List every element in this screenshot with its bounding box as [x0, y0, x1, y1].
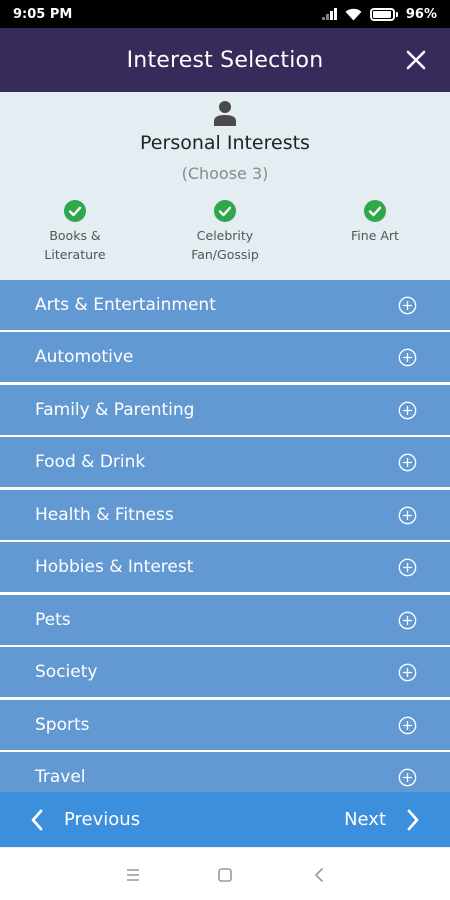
category-item-automotive[interactable]: Automotive — [0, 332, 450, 382]
system-nav-bar — [0, 847, 450, 900]
plus-circle-icon[interactable] — [398, 348, 417, 367]
chevron-left-icon — [31, 809, 43, 830]
title-bar: Interest Selection — [0, 28, 450, 92]
category-item-food-drink[interactable]: Food & Drink — [0, 437, 450, 487]
category-list[interactable]: Arts & Entertainment Automotive Family &… — [0, 280, 450, 792]
category-item-travel[interactable]: Travel — [0, 752, 450, 792]
wifi-icon — [345, 8, 362, 20]
status-time: 9:05 PM — [13, 6, 73, 22]
summary-title: Personal Interests — [140, 132, 310, 154]
category-label: Travel — [35, 767, 86, 787]
category-label: Family & Parenting — [35, 400, 195, 420]
plus-circle-icon[interactable] — [398, 558, 417, 577]
battery-level-fill — [372, 10, 392, 18]
plus-circle-icon[interactable] — [398, 768, 417, 787]
chevron-right-icon — [407, 809, 419, 830]
plus-circle-icon[interactable] — [398, 716, 417, 735]
category-label: Society — [35, 662, 98, 682]
home-icon[interactable] — [215, 865, 235, 885]
category-label: Sports — [35, 715, 90, 735]
category-label: Hobbies & Interest — [35, 557, 194, 577]
next-button[interactable]: Next — [344, 792, 420, 847]
category-label: Automotive — [35, 347, 134, 367]
category-label: Health & Fitness — [35, 505, 174, 525]
category-item-health-fitness[interactable]: Health & Fitness — [0, 490, 450, 540]
plus-circle-icon[interactable] — [398, 296, 417, 315]
category-item-hobbies-interest[interactable]: Hobbies & Interest — [0, 542, 450, 592]
pagination-bar: Previous Next — [0, 792, 450, 847]
close-icon[interactable] — [404, 48, 428, 72]
page-title: Interest Selection — [126, 47, 324, 73]
selected-interest[interactable]: Fine Art — [320, 200, 430, 245]
previous-button[interactable]: Previous — [30, 792, 140, 847]
selected-interest-label: Books & Literature — [44, 228, 106, 262]
summary-subtitle: (Choose 3) — [181, 164, 269, 183]
signal-icon — [321, 8, 337, 20]
status-icons: 96% — [321, 6, 437, 22]
check-circle-icon — [64, 200, 86, 222]
selected-interest-label: Celebrity Fan/Gossip — [191, 228, 259, 262]
category-item-arts-entertainment[interactable]: Arts & Entertainment — [0, 280, 450, 330]
category-item-pets[interactable]: Pets — [0, 595, 450, 645]
battery-percent: 96% — [405, 6, 437, 22]
menu-icon[interactable] — [123, 865, 143, 885]
selected-interest-label: Fine Art — [351, 228, 399, 243]
check-circle-icon — [364, 200, 386, 222]
category-item-sports[interactable]: Sports — [0, 700, 450, 750]
category-label: Arts & Entertainment — [35, 295, 216, 315]
selected-interest[interactable]: Celebrity Fan/Gossip — [170, 200, 280, 264]
plus-circle-icon[interactable] — [398, 663, 417, 682]
battery-icon — [369, 7, 398, 21]
status-bar: 9:05 PM 96% — [0, 0, 450, 28]
selection-summary: Personal Interests (Choose 3) Books & Lit… — [0, 92, 450, 280]
next-label: Next — [344, 809, 386, 830]
plus-circle-icon[interactable] — [398, 453, 417, 472]
person-icon — [214, 101, 236, 126]
category-item-society[interactable]: Society — [0, 647, 450, 697]
category-label: Food & Drink — [35, 452, 146, 472]
back-icon[interactable] — [310, 865, 330, 885]
plus-circle-icon[interactable] — [398, 401, 417, 420]
category-label: Pets — [35, 610, 71, 630]
selected-interest[interactable]: Books & Literature — [20, 200, 130, 264]
check-circle-icon — [214, 200, 236, 222]
plus-circle-icon[interactable] — [398, 611, 417, 630]
category-item-family-parenting[interactable]: Family & Parenting — [0, 385, 450, 435]
previous-label: Previous — [64, 809, 141, 830]
plus-circle-icon[interactable] — [398, 506, 417, 525]
